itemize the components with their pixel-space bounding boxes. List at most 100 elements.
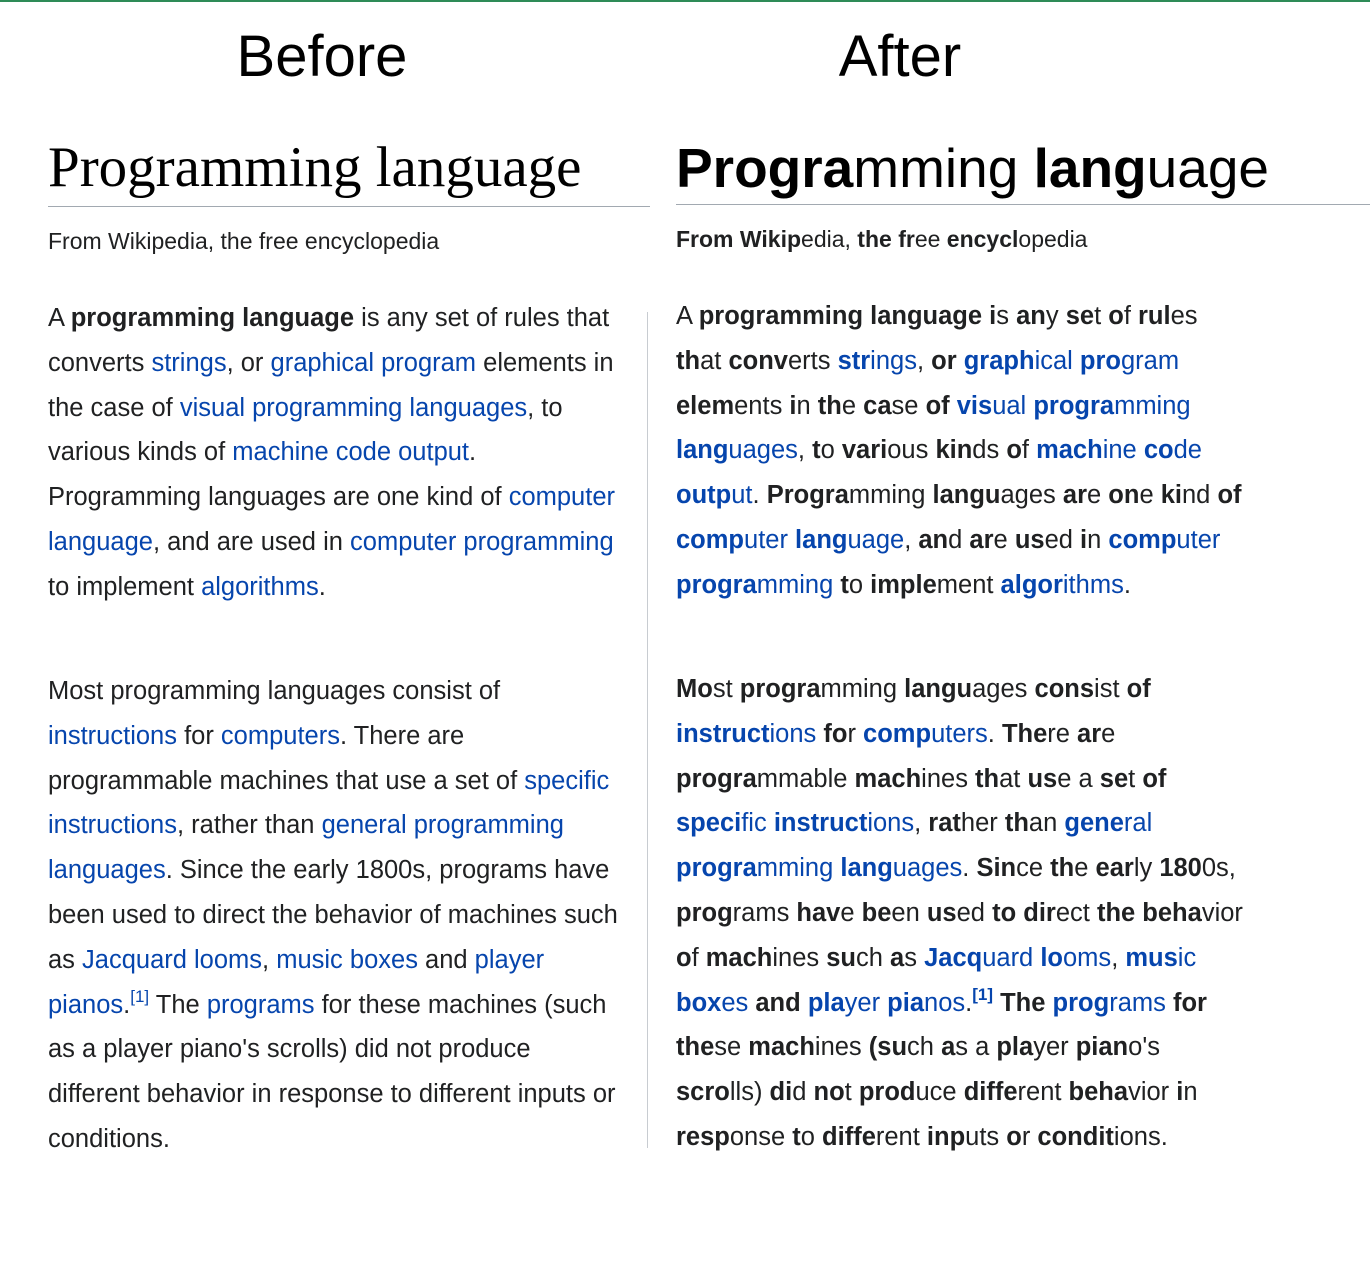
text-run: edia, bbox=[801, 226, 858, 252]
text-run: t bbox=[1094, 302, 1109, 330]
wiki-link[interactable]: fic bbox=[741, 809, 774, 837]
wiki-link[interactable]: computer programming bbox=[350, 528, 614, 556]
wiki-link[interactable]: progra bbox=[676, 854, 757, 882]
wiki-link[interactable]: instruct bbox=[774, 809, 868, 837]
wiki-link[interactable]: prog bbox=[1053, 989, 1110, 1017]
wiki-link[interactable]: mming bbox=[757, 854, 841, 882]
text-run: A bbox=[48, 304, 71, 332]
wiki-link[interactable]: lo bbox=[1040, 944, 1063, 972]
page-title: Programming language bbox=[676, 128, 1269, 208]
wiki-link[interactable]: comp bbox=[676, 526, 744, 554]
wiki-link[interactable]: lang bbox=[795, 526, 847, 554]
wiki-link[interactable]: rams bbox=[1109, 989, 1166, 1017]
text-run: ist bbox=[1094, 675, 1127, 703]
text-run: on bbox=[1108, 481, 1140, 510]
wiki-link[interactable]: ical bbox=[1035, 347, 1073, 375]
text-run: imple bbox=[870, 570, 937, 599]
wiki-link[interactable]: ut bbox=[731, 481, 752, 509]
text-run: for bbox=[1172, 988, 1207, 1017]
wiki-link[interactable]: lang bbox=[676, 436, 728, 464]
wiki-link[interactable]: mach bbox=[1036, 436, 1103, 464]
wiki-link[interactable]: Jacquard looms bbox=[82, 946, 262, 974]
wiki-link[interactable]: es bbox=[721, 989, 748, 1017]
wiki-link[interactable]: ions bbox=[867, 809, 914, 837]
wiki-link[interactable]: uage bbox=[847, 526, 904, 554]
wiki-link[interactable] bbox=[1073, 347, 1080, 375]
wiki-link[interactable]: Jacq bbox=[924, 944, 982, 972]
wiki-link[interactable]: uages bbox=[893, 854, 962, 882]
text-run: Progra bbox=[766, 481, 849, 510]
text-run: t bbox=[812, 436, 821, 465]
text-run: , bbox=[914, 809, 929, 838]
wiki-link[interactable]: de bbox=[1174, 436, 1202, 464]
text-run: or bbox=[931, 346, 957, 375]
text-run: o bbox=[848, 570, 871, 599]
wiki-link[interactable]: nos bbox=[924, 989, 965, 1017]
text-run: the bbox=[857, 226, 892, 252]
text-run: ions. bbox=[1113, 1122, 1168, 1151]
text-run: onse bbox=[729, 1122, 793, 1151]
wiki-link[interactable]: mming bbox=[1114, 392, 1191, 420]
citation-link[interactable]: [1] bbox=[130, 987, 149, 1006]
wiki-link[interactable]: progra bbox=[676, 571, 757, 599]
text-run: and bbox=[755, 988, 801, 1017]
text-run: programming language bbox=[698, 302, 983, 330]
wiki-link[interactable]: comp bbox=[863, 720, 931, 748]
wiki-link[interactable]: yer bbox=[845, 989, 888, 1017]
wiki-link[interactable]: lang bbox=[840, 854, 892, 882]
paragraph-1: A programming language is any set of rul… bbox=[48, 296, 620, 610]
text-run: vior bbox=[1128, 1078, 1177, 1107]
wiki-link[interactable]: graphical program bbox=[271, 349, 477, 377]
wiki-link[interactable]: ings bbox=[870, 347, 917, 375]
page-title: Programming language bbox=[48, 136, 582, 199]
text-run: e bbox=[1101, 719, 1116, 748]
wiki-link[interactable]: mus bbox=[1125, 944, 1177, 972]
wiki-link[interactable]: str bbox=[838, 347, 871, 375]
text-run: of bbox=[1142, 764, 1167, 793]
wiki-link[interactable]: pla bbox=[808, 989, 845, 1017]
wiki-link[interactable]: progra bbox=[1033, 392, 1114, 420]
wiki-link[interactable]: ine bbox=[1103, 436, 1144, 464]
text-run: From bbox=[676, 226, 734, 252]
wiki-link[interactable]: algor bbox=[1001, 571, 1063, 599]
wiki-link[interactable]: instruct bbox=[676, 720, 770, 748]
wiki-link[interactable]: pia bbox=[887, 989, 924, 1017]
title-divider bbox=[676, 204, 1370, 205]
wiki-link[interactable]: co bbox=[1144, 436, 1174, 464]
wiki-link[interactable]: algorithms bbox=[201, 573, 319, 601]
wiki-link[interactable]: speci bbox=[676, 809, 741, 837]
wiki-link[interactable]: uter bbox=[744, 526, 795, 554]
text-run: a bbox=[941, 1033, 956, 1062]
wiki-link[interactable]: ithms bbox=[1063, 571, 1124, 599]
wiki-link[interactable]: oms bbox=[1063, 944, 1111, 972]
wiki-link[interactable]: uters bbox=[931, 720, 988, 748]
wiki-link[interactable]: ions bbox=[770, 720, 817, 748]
wiki-link[interactable]: music boxes bbox=[276, 946, 418, 974]
text-run: us bbox=[1014, 525, 1045, 554]
wiki-link[interactable]: vis bbox=[957, 392, 992, 420]
wiki-link[interactable]: comp bbox=[1108, 526, 1176, 554]
wiki-link[interactable]: ral bbox=[1124, 809, 1152, 837]
wiki-link[interactable]: pro bbox=[1080, 347, 1121, 375]
wiki-link[interactable]: visual programming languages bbox=[180, 394, 527, 422]
wiki-link[interactable]: instructions bbox=[48, 722, 177, 750]
wiki-link[interactable]: gram bbox=[1121, 347, 1179, 375]
wiki-link[interactable]: uard bbox=[982, 944, 1040, 972]
citation-link[interactable]: [1] bbox=[972, 985, 993, 1004]
text-run: th bbox=[975, 764, 1000, 793]
wiki-link[interactable]: gene bbox=[1064, 809, 1124, 837]
wiki-link[interactable]: uages bbox=[728, 436, 797, 464]
wiki-link[interactable]: programs bbox=[207, 991, 315, 1019]
wiki-link[interactable]: ic bbox=[1178, 944, 1196, 972]
wiki-link[interactable]: ual bbox=[992, 392, 1026, 420]
top-accent-rule bbox=[0, 0, 1370, 2]
wiki-link[interactable]: strings bbox=[151, 349, 226, 377]
wiki-link[interactable]: graph bbox=[964, 347, 1035, 375]
wiki-link[interactable]: box bbox=[676, 989, 721, 1017]
wiki-link[interactable]: computers bbox=[221, 722, 340, 750]
text-run: f bbox=[691, 943, 706, 972]
wiki-link[interactable]: mming bbox=[757, 571, 834, 599]
wiki-link[interactable]: uter bbox=[1176, 526, 1220, 554]
wiki-link[interactable]: outp bbox=[676, 481, 731, 509]
wiki-link[interactable]: machine code output bbox=[232, 438, 469, 466]
